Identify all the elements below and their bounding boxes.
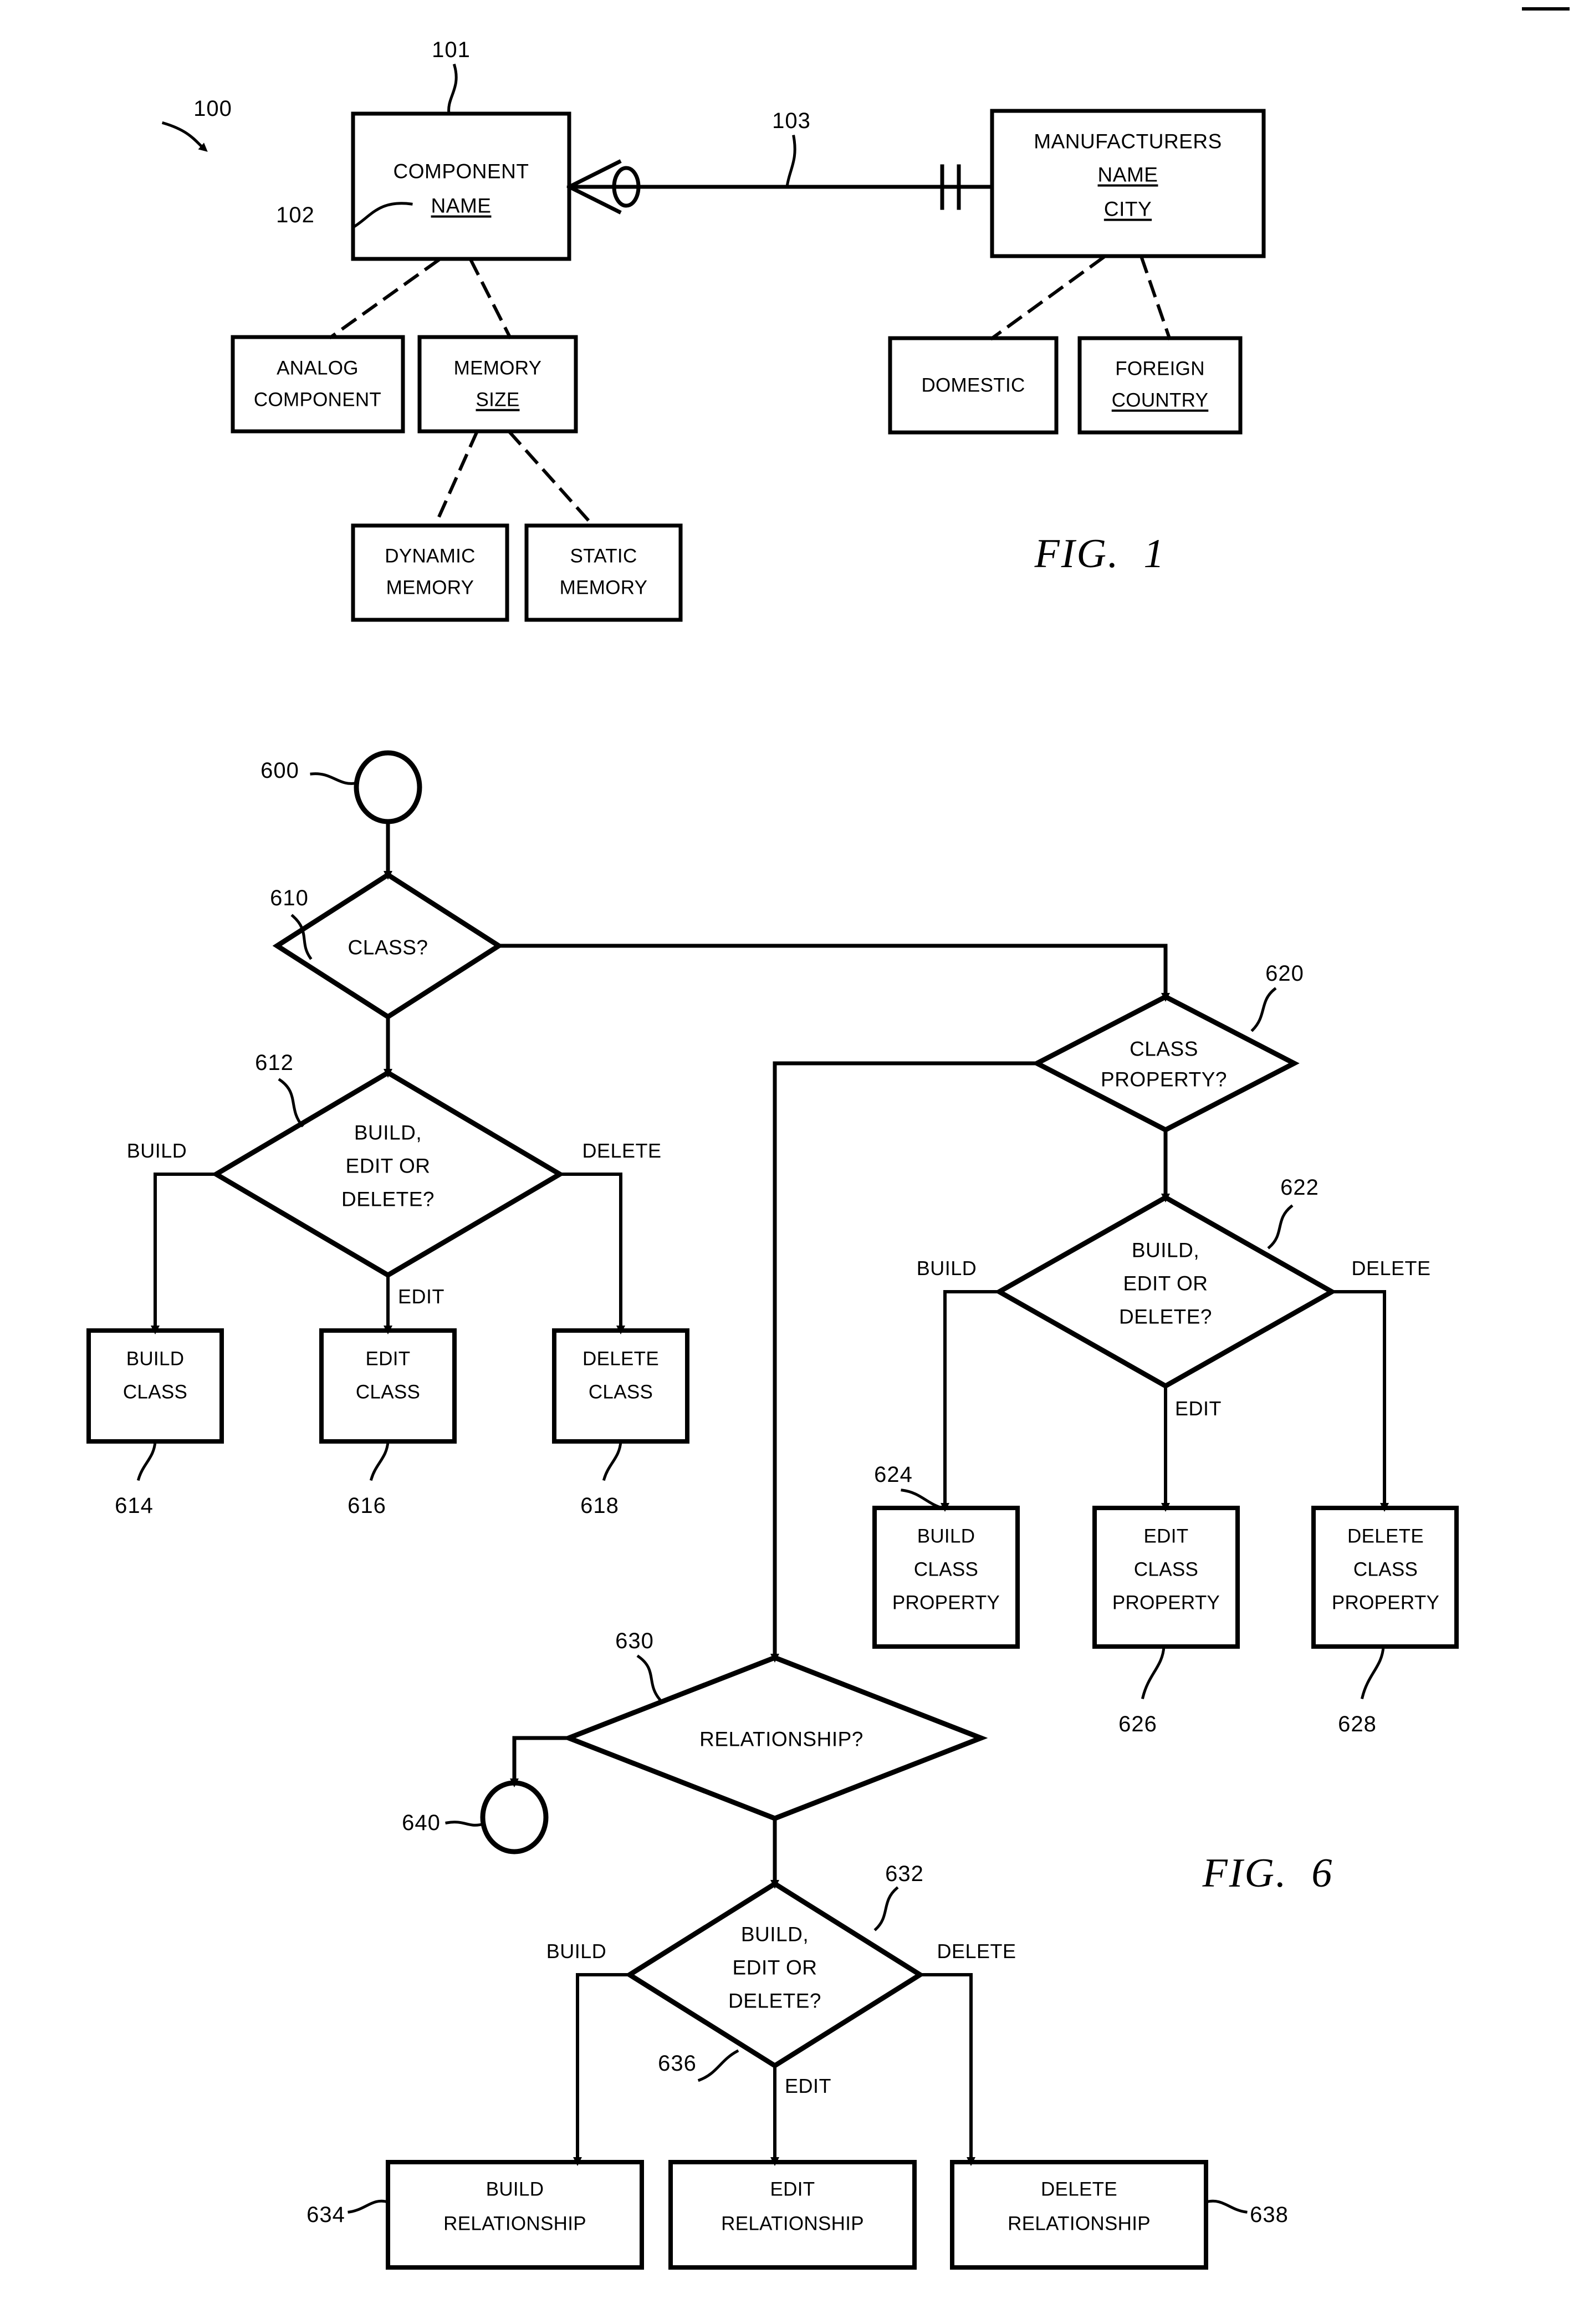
decision-612-line3: DELETE? (341, 1188, 435, 1211)
decision-class-label: CLASS? (348, 936, 428, 959)
process-638-line1: DELETE (1041, 2178, 1117, 2200)
edge-label-622-build: BUILD (916, 1257, 977, 1280)
entity-manufacturers-attr-name: NAME (1097, 163, 1158, 186)
entity-analog-line2: COMPONENT (253, 389, 382, 411)
decision-612-line2: EDIT OR (345, 1154, 431, 1178)
decision-632-line1: BUILD, (740, 1923, 809, 1946)
decision-relationship-label: RELATIONSHIP? (699, 1727, 863, 1751)
edge-label-612-edit: EDIT (398, 1285, 445, 1308)
process-636-line2: RELATIONSHIP (721, 2213, 864, 2235)
ref-label-103: 103 (772, 108, 811, 133)
entity-memory-line1: MEMORY (453, 357, 542, 379)
process-614-line2: CLASS (122, 1381, 188, 1403)
process-618-line2: CLASS (588, 1381, 653, 1403)
decision-622-line2: EDIT OR (1123, 1272, 1208, 1295)
process-624-line1: BUILD (917, 1525, 975, 1547)
entity-manufacturers-line1: MANUFACTURERS (1034, 130, 1222, 153)
process-636-line1: EDIT (770, 2178, 815, 2200)
entity-static-line2: MEMORY (559, 577, 648, 599)
edge-label-632-delete: DELETE (937, 1940, 1016, 1963)
process-634-line1: BUILD (486, 2178, 544, 2200)
process-628-line2: CLASS (1353, 1558, 1418, 1581)
decision-622-line3: DELETE? (1118, 1305, 1213, 1328)
entity-component-line1: COMPONENT (393, 160, 529, 183)
process-634-line2: RELATIONSHIP (443, 2213, 586, 2235)
edge-label-632-edit: EDIT (785, 2075, 832, 2097)
ref-label-626: 626 (1118, 1711, 1157, 1736)
entity-foreign-attr-country: COUNTRY (1111, 389, 1209, 411)
process-624-line3: PROPERTY (892, 1592, 1000, 1614)
process-628-line1: DELETE (1347, 1525, 1424, 1547)
ref-label-632: 632 (885, 1861, 924, 1886)
patent-drawing-sheet: 100 101 102 103 COMPONENT NAME MANUFACTU… (0, 0, 1579, 2324)
process-626-line2: CLASS (1133, 1558, 1199, 1581)
entity-manufacturers-attr-city: CITY (1103, 197, 1152, 221)
edge-label-632-build: BUILD (546, 1940, 607, 1963)
ref-label-620: 620 (1265, 961, 1304, 986)
decision-632-line2: EDIT OR (732, 1956, 817, 1979)
ref-label-101: 101 (432, 37, 471, 62)
decision-class-property-line2: PROPERTY? (1101, 1068, 1227, 1091)
ref-label-100: 100 (193, 96, 232, 121)
process-616-line2: CLASS (355, 1381, 421, 1403)
ref-label-612: 612 (255, 1050, 294, 1075)
entity-memory-attr-size: SIZE (476, 389, 520, 411)
process-626-line1: EDIT (1143, 1525, 1189, 1547)
process-618-line1: DELETE (582, 1348, 659, 1370)
edge-label-622-delete: DELETE (1351, 1257, 1431, 1280)
ref-label-614: 614 (115, 1493, 154, 1518)
entity-static-line1: STATIC (570, 545, 637, 567)
ref-label-640: 640 (402, 1810, 441, 1835)
ref-label-628: 628 (1338, 1711, 1377, 1736)
ref-label-636: 636 (658, 2051, 697, 2076)
ref-label-616: 616 (348, 1493, 386, 1518)
ref-label-618: 618 (580, 1493, 619, 1518)
edge-label-622-edit: EDIT (1175, 1397, 1222, 1420)
process-628-line3: PROPERTY (1331, 1592, 1440, 1614)
ref-label-634: 634 (306, 2202, 345, 2227)
entity-dynamic-line1: DYNAMIC (385, 545, 476, 567)
figure-caption-1: FIG. 1 (1034, 531, 1166, 577)
edge-label-612-delete: DELETE (582, 1139, 662, 1163)
decision-612-line1: BUILD, (354, 1121, 422, 1144)
decision-class-property-line1: CLASS (1130, 1037, 1198, 1061)
ref-label-624: 624 (874, 1462, 913, 1487)
process-616-line1: EDIT (365, 1348, 411, 1370)
entity-dynamic-line2: MEMORY (386, 577, 474, 599)
ref-label-610: 610 (270, 885, 309, 910)
ref-label-102: 102 (276, 202, 315, 227)
figure-caption-6: FIG. 6 (1202, 1851, 1334, 1897)
edge-label-612-build: BUILD (126, 1139, 187, 1163)
process-638-line2: RELATIONSHIP (1008, 2213, 1151, 2235)
process-614-line1: BUILD (126, 1348, 185, 1370)
ref-label-622: 622 (1280, 1175, 1319, 1200)
ref-label-638: 638 (1250, 2202, 1289, 2227)
process-626-line3: PROPERTY (1112, 1592, 1220, 1614)
entity-domestic-line1: DOMESTIC (921, 374, 1025, 396)
decision-632-line3: DELETE? (728, 1989, 822, 2012)
entity-component-attr-name: NAME (431, 194, 492, 217)
decision-622-line1: BUILD, (1131, 1239, 1200, 1262)
ref-label-600: 600 (260, 758, 299, 783)
entity-foreign-line1: FOREIGN (1115, 358, 1205, 380)
entity-analog-line1: ANALOG (277, 357, 359, 379)
ref-label-630: 630 (615, 1628, 654, 1653)
process-624-line2: CLASS (913, 1558, 979, 1581)
